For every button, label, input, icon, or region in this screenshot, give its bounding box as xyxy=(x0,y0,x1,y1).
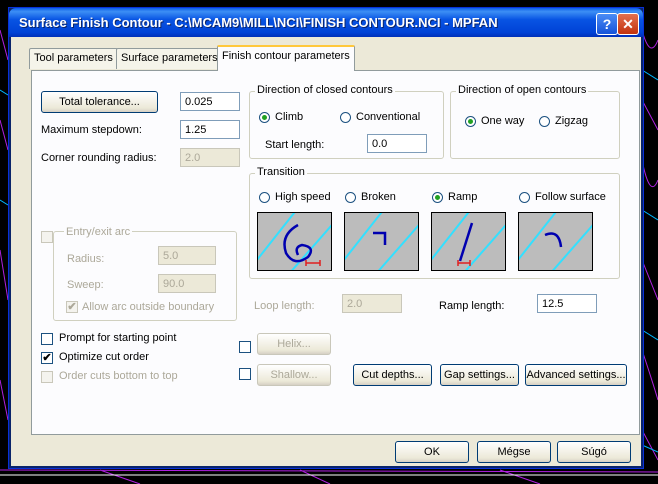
high-speed-radio[interactable] xyxy=(259,192,270,203)
shallow-button[interactable]: Shallow... xyxy=(257,364,331,386)
allow-arc-label: Allow arc outside boundary xyxy=(82,301,215,313)
tab-tool-parameters[interactable]: Tool parameters xyxy=(29,48,118,69)
optimize-cut-label: Optimize cut order xyxy=(59,351,149,363)
total-tolerance-field[interactable]: 0.025 xyxy=(180,92,240,111)
conventional-radio[interactable] xyxy=(340,112,351,123)
broken-radio[interactable] xyxy=(345,192,356,203)
tab-finish-contour-parameters[interactable]: Finish contour parameters xyxy=(217,45,355,71)
climb-radio[interactable] xyxy=(259,112,270,123)
zigzag-radio[interactable] xyxy=(539,116,550,127)
window-title: Surface Finish Contour - C:\MCAM9\MILL\N… xyxy=(19,15,498,30)
broken-label: Broken xyxy=(361,191,396,203)
ramp-length-field[interactable]: 12.5 xyxy=(537,294,597,313)
order-cuts-label: Order cuts bottom to top xyxy=(59,370,178,382)
cut-depths-button[interactable]: Cut depths... xyxy=(353,364,432,386)
sweep-field[interactable]: 90.0 xyxy=(158,274,216,293)
loop-length-field[interactable]: 2.0 xyxy=(342,294,402,313)
help-title-button[interactable]: ? xyxy=(596,13,618,35)
ramp-radio[interactable] xyxy=(432,192,443,203)
ok-button[interactable]: OK xyxy=(395,441,469,463)
order-cuts-checkbox[interactable] xyxy=(41,371,53,383)
radius-field[interactable]: 5.0 xyxy=(158,246,216,265)
helix-checkbox[interactable] xyxy=(239,341,251,353)
one-way-radio[interactable] xyxy=(465,116,476,127)
conventional-label: Conventional xyxy=(356,111,421,123)
tab-surface-parameters[interactable]: Surface parameters xyxy=(116,48,223,69)
max-stepdown-label: Maximum stepdown: xyxy=(41,124,142,136)
climb-label: Climb xyxy=(275,111,304,123)
open-contours-group xyxy=(450,91,620,159)
ramp-label: Ramp xyxy=(448,191,478,203)
high-speed-picture[interactable] xyxy=(257,212,332,271)
gap-settings-button[interactable]: Gap settings... xyxy=(440,364,519,386)
radius-label: Radius: xyxy=(67,253,105,265)
follow-surface-radio[interactable] xyxy=(519,192,530,203)
corner-radius-field[interactable]: 2.0 xyxy=(180,148,240,167)
helix-button[interactable]: Helix... xyxy=(257,333,331,355)
follow-surface-picture[interactable] xyxy=(518,212,593,271)
loop-length-label: Loop length: xyxy=(254,300,315,312)
high-speed-label: High speed xyxy=(275,191,331,203)
open-contours-title: Direction of open contours xyxy=(456,84,589,96)
broken-picture[interactable] xyxy=(344,212,419,271)
start-length-field[interactable]: 0.0 xyxy=(367,134,427,153)
corner-radius-label: Corner rounding radius: xyxy=(41,152,157,164)
help-button[interactable]: Súgó xyxy=(557,441,631,463)
total-tolerance-button[interactable]: Total tolerance... xyxy=(41,91,158,113)
transition-title: Transition xyxy=(255,166,307,178)
close-button[interactable]: ✕ xyxy=(617,13,639,35)
shallow-checkbox[interactable] xyxy=(239,368,251,380)
optimize-cut-checkbox[interactable]: ✔ xyxy=(41,352,53,364)
sweep-label: Sweep: xyxy=(67,279,104,291)
entry-exit-title: Entry/exit arc xyxy=(64,226,133,238)
prompt-start-checkbox[interactable] xyxy=(41,333,53,345)
advanced-settings-button[interactable]: Advanced settings... xyxy=(525,364,627,386)
cancel-button[interactable]: Mégse xyxy=(477,441,551,463)
closed-contours-title: Direction of closed contours xyxy=(255,84,395,96)
start-length-label: Start length: xyxy=(265,139,325,151)
zigzag-label: Zigzag xyxy=(555,115,589,127)
ramp-picture[interactable] xyxy=(431,212,506,271)
allow-arc-checkbox[interactable]: ✔ xyxy=(66,301,78,313)
follow-surface-label: Follow surface xyxy=(535,191,606,203)
dialog-window: Surface Finish Contour - C:\MCAM9\MILL\N… xyxy=(8,7,644,469)
entry-exit-checkbox[interactable] xyxy=(41,231,53,243)
max-stepdown-field[interactable]: 1.25 xyxy=(180,120,240,139)
one-way-label: One way xyxy=(481,115,525,127)
title-bar[interactable]: Surface Finish Contour - C:\MCAM9\MILL\N… xyxy=(9,8,643,37)
ramp-length-label: Ramp length: xyxy=(439,300,505,312)
prompt-start-label: Prompt for starting point xyxy=(59,332,177,344)
